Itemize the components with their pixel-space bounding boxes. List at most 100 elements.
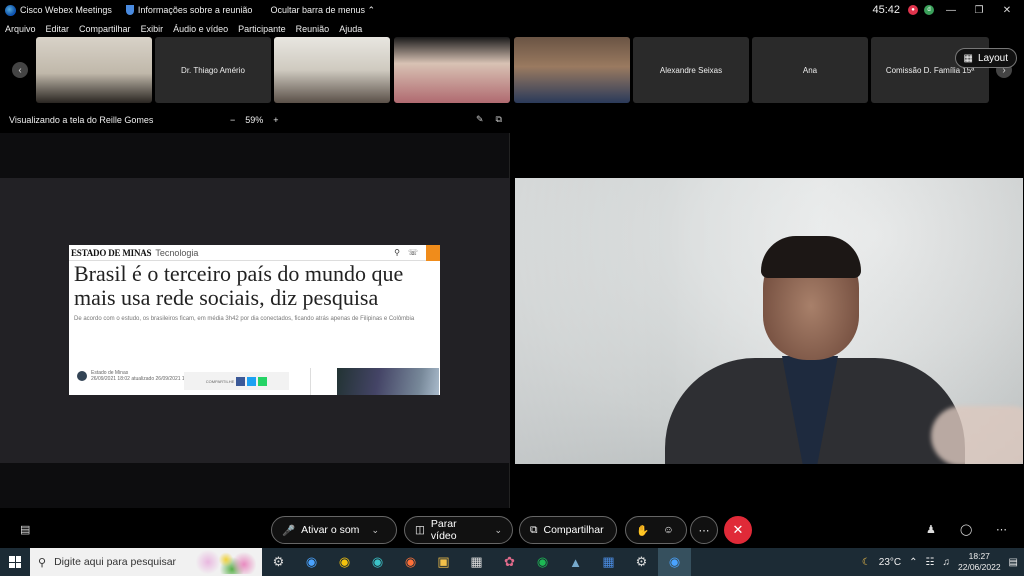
meeting-controls: ▤ 🎤 Ativar o som ⌄ ◫ Parar vídeo ⌄ ⧉ Com… (0, 512, 1024, 548)
app-icon[interactable]: ✿ (493, 548, 526, 576)
chevron-up-icon: ⌃ (367, 4, 376, 15)
record-status-icon: ● (908, 5, 918, 15)
search-icon: ⚲ (38, 556, 47, 569)
more-icon: ⋯ (698, 524, 710, 537)
share-button[interactable]: ⧉ Compartilhar (519, 516, 617, 544)
chrome-icon[interactable]: ◉ (328, 548, 361, 576)
close-icon[interactable]: ✕ (996, 5, 1018, 16)
unmute-label: Ativar o som (301, 524, 360, 536)
webex-taskbar-icon[interactable]: ◉ (295, 548, 328, 576)
author-avatar (77, 371, 87, 381)
participant-name-2: Dr. Thiago Amério (181, 65, 245, 75)
speaker-hand (931, 406, 1023, 464)
menu-editar[interactable]: Editar (46, 24, 70, 34)
layout-label: Layout (977, 52, 1008, 64)
participant-tile-5[interactable] (514, 37, 630, 103)
popout-icon[interactable]: ⧉ (496, 114, 502, 125)
settings-icon[interactable]: ⚙ (625, 548, 658, 576)
network-icon[interactable]: ☷ (926, 557, 935, 568)
zoom-out-button[interactable]: − (230, 115, 235, 125)
more-options-button[interactable]: ⋯ (690, 516, 718, 544)
meeting-info-button[interactable]: Informações sobre a reunião (125, 5, 253, 15)
windows-logo-icon (9, 556, 21, 568)
drive-icon[interactable]: ▲ (559, 548, 592, 576)
photos-icon[interactable]: ▦ (592, 548, 625, 576)
chevron-down-icon[interactable]: ⌄ (371, 525, 379, 536)
notification-icon[interactable]: ▤ (1009, 557, 1018, 568)
edge-icon[interactable]: ◉ (361, 548, 394, 576)
spotify-icon[interactable]: ◉ (526, 548, 559, 576)
participant-tile-3[interactable] (274, 37, 390, 103)
unmute-button[interactable]: 🎤 Ativar o som ⌄ (271, 516, 397, 544)
article-share: COMPARTILHE (184, 372, 289, 390)
participant-tile-7[interactable]: Ana (752, 37, 868, 103)
shield-icon (125, 5, 134, 15)
menu-participante[interactable]: Participante (238, 24, 286, 34)
clock-date: 22/06/2022 (958, 562, 1001, 572)
chevron-down-icon[interactable]: ⌄ (494, 525, 502, 536)
start-button[interactable] (0, 548, 30, 576)
menu-exibir[interactable]: Exibir (141, 24, 164, 34)
more-panels-icon[interactable]: ⋯ (996, 523, 1007, 536)
minimize-icon[interactable]: — (940, 5, 962, 16)
menu-ajuda[interactable]: Ajuda (339, 24, 362, 34)
facebook-icon (236, 376, 246, 386)
firefox-icon[interactable]: ◉ (394, 548, 427, 576)
chat-icon[interactable]: ◯ (960, 523, 972, 536)
participants-icon[interactable]: ♟ (926, 523, 936, 536)
participant-tile-8[interactable]: Comissão D. Família 15ª (871, 37, 989, 103)
article-meta: Estado de Minas 26/09/2021 18:02 atualiz… (77, 370, 194, 382)
menu-compartilhar[interactable]: Compartilhar (79, 24, 131, 34)
app-title: Cisco Webex Meetings (5, 4, 112, 16)
menu-arquivo[interactable]: Arquivo (5, 24, 36, 34)
stop-video-label: Parar vídeo (430, 518, 457, 542)
captions-icon[interactable]: ▤ (20, 523, 30, 536)
menu-audio-video[interactable]: Áudio e vídeo (173, 24, 228, 34)
article-subtitle: De acordo com o estudo, os brasileiros f… (74, 316, 415, 322)
article-image (337, 368, 439, 395)
restore-icon[interactable]: ❐ (968, 5, 990, 16)
chevron-up-icon[interactable]: ⌃ (909, 557, 917, 568)
stop-video-button[interactable]: ◫ Parar vídeo ⌄ (404, 516, 513, 544)
participant-tile-4[interactable] (394, 37, 510, 103)
participant-strip: ‹ Dr. Thiago Amério Alexandre Seixas Ana… (0, 37, 1024, 105)
meeting-info-label: Informações sobre a reunião (137, 5, 253, 15)
volume-icon[interactable]: ♫ (943, 557, 951, 568)
file-explorer-icon[interactable]: ▣ (427, 548, 460, 576)
webex-active-icon[interactable]: ◉ (658, 548, 691, 576)
layout-button[interactable]: ▦ Layout (954, 48, 1017, 68)
share-label: Compartilhar (543, 524, 604, 536)
news-article: ESTADO DE MINAS Tecnologia ⚲ ☏ Brasil é … (69, 245, 440, 395)
participant-tile-1[interactable] (36, 37, 152, 103)
calculator-icon[interactable]: ▦ (460, 548, 493, 576)
hide-menu-button[interactable]: Ocultar barra de menus ⌃ (270, 5, 375, 16)
meeting-timer: 45:42 (872, 4, 900, 16)
windows-taskbar: ⚲ Digite aqui para pesquisar ⚙ ◉ ◉ ◉ ◉ ▣… (0, 548, 1024, 576)
video-camera-icon: ◫ (415, 524, 425, 536)
clock[interactable]: 18:27 22/06/2022 (958, 551, 1001, 573)
participant-name-6: Alexandre Seixas (659, 65, 723, 75)
app-name: Cisco Webex Meetings (20, 5, 112, 15)
participant-tile-6[interactable]: Alexandre Seixas (633, 37, 749, 103)
leave-meeting-button[interactable]: ✕ (724, 516, 752, 544)
cortana-icon[interactable]: ⚙ (262, 548, 295, 576)
raise-hand-icon[interactable]: ✋ (636, 524, 649, 537)
participant-tile-2[interactable]: Dr. Thiago Amério (155, 37, 271, 103)
twitter-icon (247, 376, 257, 386)
chevron-left-icon[interactable]: ‹ (12, 62, 28, 78)
article-brand: ESTADO DE MINAS (71, 247, 152, 258)
taskbar-search[interactable]: ⚲ Digite aqui para pesquisar (30, 548, 262, 576)
menu-reuniao[interactable]: Reunião (296, 24, 330, 34)
article-date: 26/09/2021 18:02 (91, 376, 130, 382)
shared-screen-pane[interactable]: ESTADO DE MINAS Tecnologia ⚲ ☏ Brasil é … (0, 133, 510, 508)
whatsapp-share-icon (258, 376, 268, 386)
shared-screen-content: ESTADO DE MINAS Tecnologia ⚲ ☏ Brasil é … (0, 178, 510, 463)
search-highlight-image (196, 550, 256, 574)
layout-icon: ▦ (963, 52, 973, 64)
reactions-group: ✋ ☺ (625, 516, 687, 544)
annotate-icon[interactable]: ✎ (476, 114, 484, 125)
mic-muted-icon: 🎤 (282, 524, 296, 537)
connection-status-icon: d (924, 5, 934, 15)
emoji-icon[interactable]: ☺ (663, 524, 674, 536)
zoom-in-button[interactable]: + (273, 115, 278, 125)
